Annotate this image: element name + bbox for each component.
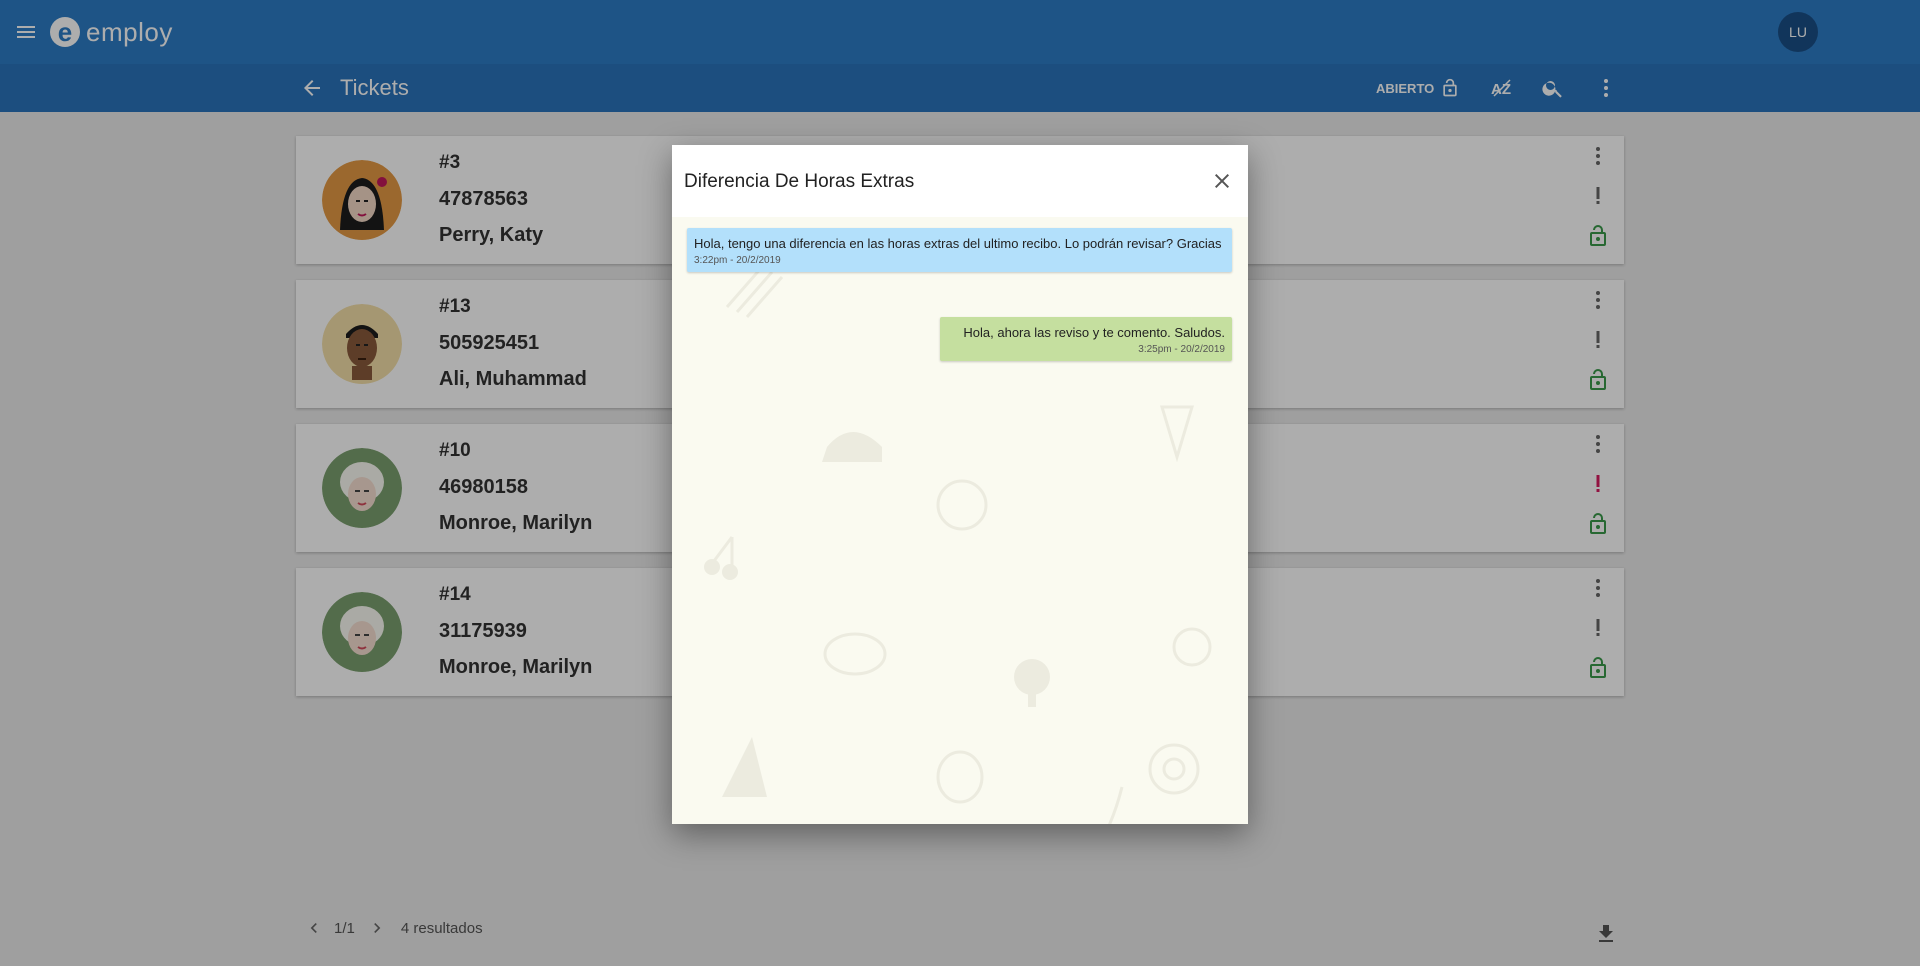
- close-icon[interactable]: [1210, 169, 1234, 193]
- message-text: Hola, ahora las reviso y te comento. Sal…: [963, 325, 1225, 340]
- message-time: 3:22pm - 20/2/2019: [694, 255, 781, 266]
- chat-background-pattern: [704, 266, 1212, 824]
- message-text: Hola, tengo una diferencia en las horas …: [694, 236, 1222, 251]
- message-time: 3:25pm - 20/2/2019: [1138, 344, 1225, 355]
- dialog-title: Diferencia De Horas Extras: [684, 171, 915, 192]
- chat-message-outgoing: Hola, ahora las reviso y te comento. Sal…: [940, 317, 1232, 361]
- ticket-chat-dialog: Diferencia De Horas Extras Hola, tengo u…: [672, 145, 1248, 824]
- dialog-header: Diferencia De Horas Extras: [672, 145, 1248, 217]
- chat-message-incoming: Hola, tengo una diferencia en las horas …: [687, 228, 1232, 272]
